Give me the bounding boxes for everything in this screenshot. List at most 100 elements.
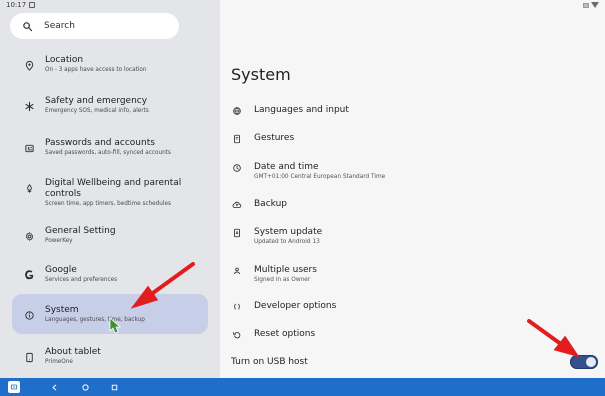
system-item-system-update[interactable]: System update Updated to Android 13 [231,226,581,246]
status-time: 10:17 [6,1,27,9]
system-settings-pane: System Languages and input Gestures Date… [220,0,605,378]
system-item-developer-options[interactable]: Developer options [231,300,581,313]
status-bar: 10:17 [0,0,605,10]
sidebar-item-system-text: System Languages, gestures, time, backup [45,305,145,324]
sidebar-item-google-text: Google Services and preferences [45,265,117,284]
system-item-backup-text: Backup [254,198,287,210]
tablet-icon [21,349,37,365]
user-icon [231,265,243,277]
system-item-reset-options-text: Reset options [254,328,315,340]
sidebar-item-title: Google [45,265,77,275]
sidebar-item-title: About tablet [45,347,101,357]
search-icon [23,21,33,31]
sidebar-item-title: Safety and emergency [45,96,148,106]
system-item-title: Gestures [254,133,295,143]
launcher-icon [10,384,18,390]
sidebar-item-safety[interactable]: Safety and emergency Emergency SOS, medi… [12,96,208,115]
system-item-multiple-users[interactable]: Multiple users Signed in as Owner [231,264,581,284]
clock-icon [231,162,243,174]
sidebar-item-system[interactable]: System Languages, gestures, time, backup [12,294,208,334]
account-card-icon [21,140,37,156]
system-item-gestures-text: Gestures [254,132,294,144]
search-bar[interactable]: Search [10,13,179,39]
status-left: 10:17 [6,1,36,9]
phone-gesture-icon [231,133,243,145]
status-right [583,2,599,8]
sidebar-item-title: Digital Wellbeing and parental controls [45,178,182,199]
flag-icon [583,2,589,8]
back-icon [52,384,56,390]
usb-host-row[interactable]: Turn on USB host [231,355,598,369]
sidebar-item-about-tablet-text: About tablet PrimeOne [45,347,101,366]
system-item-title: Multiple users [254,265,317,275]
sidebar-item-subtitle: Emergency SOS, medical info, alerts [45,108,149,114]
system-item-title: System update [254,227,323,237]
sidebar-item-title: Passwords and accounts [45,138,155,148]
system-item-languages-input-text: Languages and input [254,104,349,116]
sidebar-item-digital-wellbeing-text: Digital Wellbeing and parental controls … [45,178,185,208]
sidebar-item-general-setting-text: General Setting PowerKey [45,226,116,245]
settings-sidebar: Search Location On - 3 apps have access … [0,0,220,378]
system-item-title: Date and time [254,162,319,172]
system-item-developer-options-text: Developer options [254,300,336,312]
system-item-title: Languages and input [254,105,349,115]
recent-apps-button[interactable] [109,382,119,392]
sidebar-item-passwords-text: Passwords and accounts Saved passwords, … [45,138,171,157]
bottom-navigation-bar [0,378,605,396]
gear-icon [21,228,37,244]
page-title: System [231,65,291,84]
sidebar-item-title: System [45,304,79,315]
sidebar-item-subtitle: PrimeOne [45,359,73,365]
sidebar-item-google[interactable]: Google Services and preferences [12,265,208,284]
system-item-title: Backup [254,199,287,209]
system-item-date-time[interactable]: Date and time GMT+01:00 Central European… [231,161,581,181]
sidebar-item-general-setting[interactable]: General Setting PowerKey [12,226,208,245]
sidebar-item-location[interactable]: Location On - 3 apps have access to loca… [12,55,208,74]
recent-apps-icon [111,384,117,390]
system-update-icon [231,227,243,239]
system-item-multiple-users-text: Multiple users Signed in as Owner [254,264,317,284]
system-item-title: Reset options [254,329,316,339]
cloud-backup-icon [231,199,243,211]
sidebar-item-title: General Setting [45,226,116,236]
sidebar-item-subtitle: Screen time, app timers, bedtime schedul… [45,201,171,207]
settings-screen: 10:17 Search Location On - 3 apps have a… [0,0,605,396]
sidebar-item-title: Location [45,55,84,65]
system-item-gestures[interactable]: Gestures [231,132,581,145]
system-item-date-time-text: Date and time GMT+01:00 Central European… [254,161,385,181]
system-item-subtitle: Signed in as Owner [254,277,311,283]
system-item-languages-input[interactable]: Languages and input [231,104,581,117]
system-item-subtitle: Updated to Android 13 [254,239,320,245]
sidebar-item-subtitle: PowerKey [45,238,73,244]
back-button[interactable] [49,382,59,392]
system-item-title: Developer options [254,301,337,311]
home-button[interactable] [80,382,90,392]
sidebar-item-digital-wellbeing[interactable]: Digital Wellbeing and parental controls … [12,178,208,208]
usb-host-toggle[interactable] [570,355,598,369]
sidebar-item-about-tablet[interactable]: About tablet PrimeOne [12,347,208,366]
sidebar-item-location-text: Location On - 3 apps have access to loca… [45,55,146,74]
sidebar-item-passwords[interactable]: Passwords and accounts Saved passwords, … [12,138,208,157]
sidebar-item-subtitle: Languages, gestures, time, backup [45,316,145,323]
system-item-reset-options[interactable]: Reset options [231,328,581,341]
location-pin-icon [21,57,37,73]
google-icon [21,267,37,283]
toggle-knob [586,357,596,367]
sidebar-item-subtitle: Saved passwords, auto-fill, synced accou… [45,150,171,156]
system-item-backup[interactable]: Backup [231,198,581,211]
launcher-button[interactable] [8,381,20,393]
usb-host-label: Turn on USB host [231,357,308,367]
wifi-icon [591,2,599,8]
search-placeholder: Search [44,21,75,31]
notification-icon [29,2,36,8]
reset-icon [231,329,243,341]
system-item-system-update-text: System update Updated to Android 13 [254,226,322,246]
system-item-subtitle: GMT+01:00 Central European Standard Time [254,174,386,180]
asterisk-icon [21,98,37,114]
sidebar-item-safety-text: Safety and emergency Emergency SOS, medi… [45,96,149,115]
braces-icon [231,301,243,313]
globe-icon [231,105,243,117]
sidebar-item-subtitle: On - 3 apps have access to location [45,67,147,73]
sidebar-item-subtitle: Services and preferences [45,277,118,283]
wellbeing-icon [21,180,37,196]
